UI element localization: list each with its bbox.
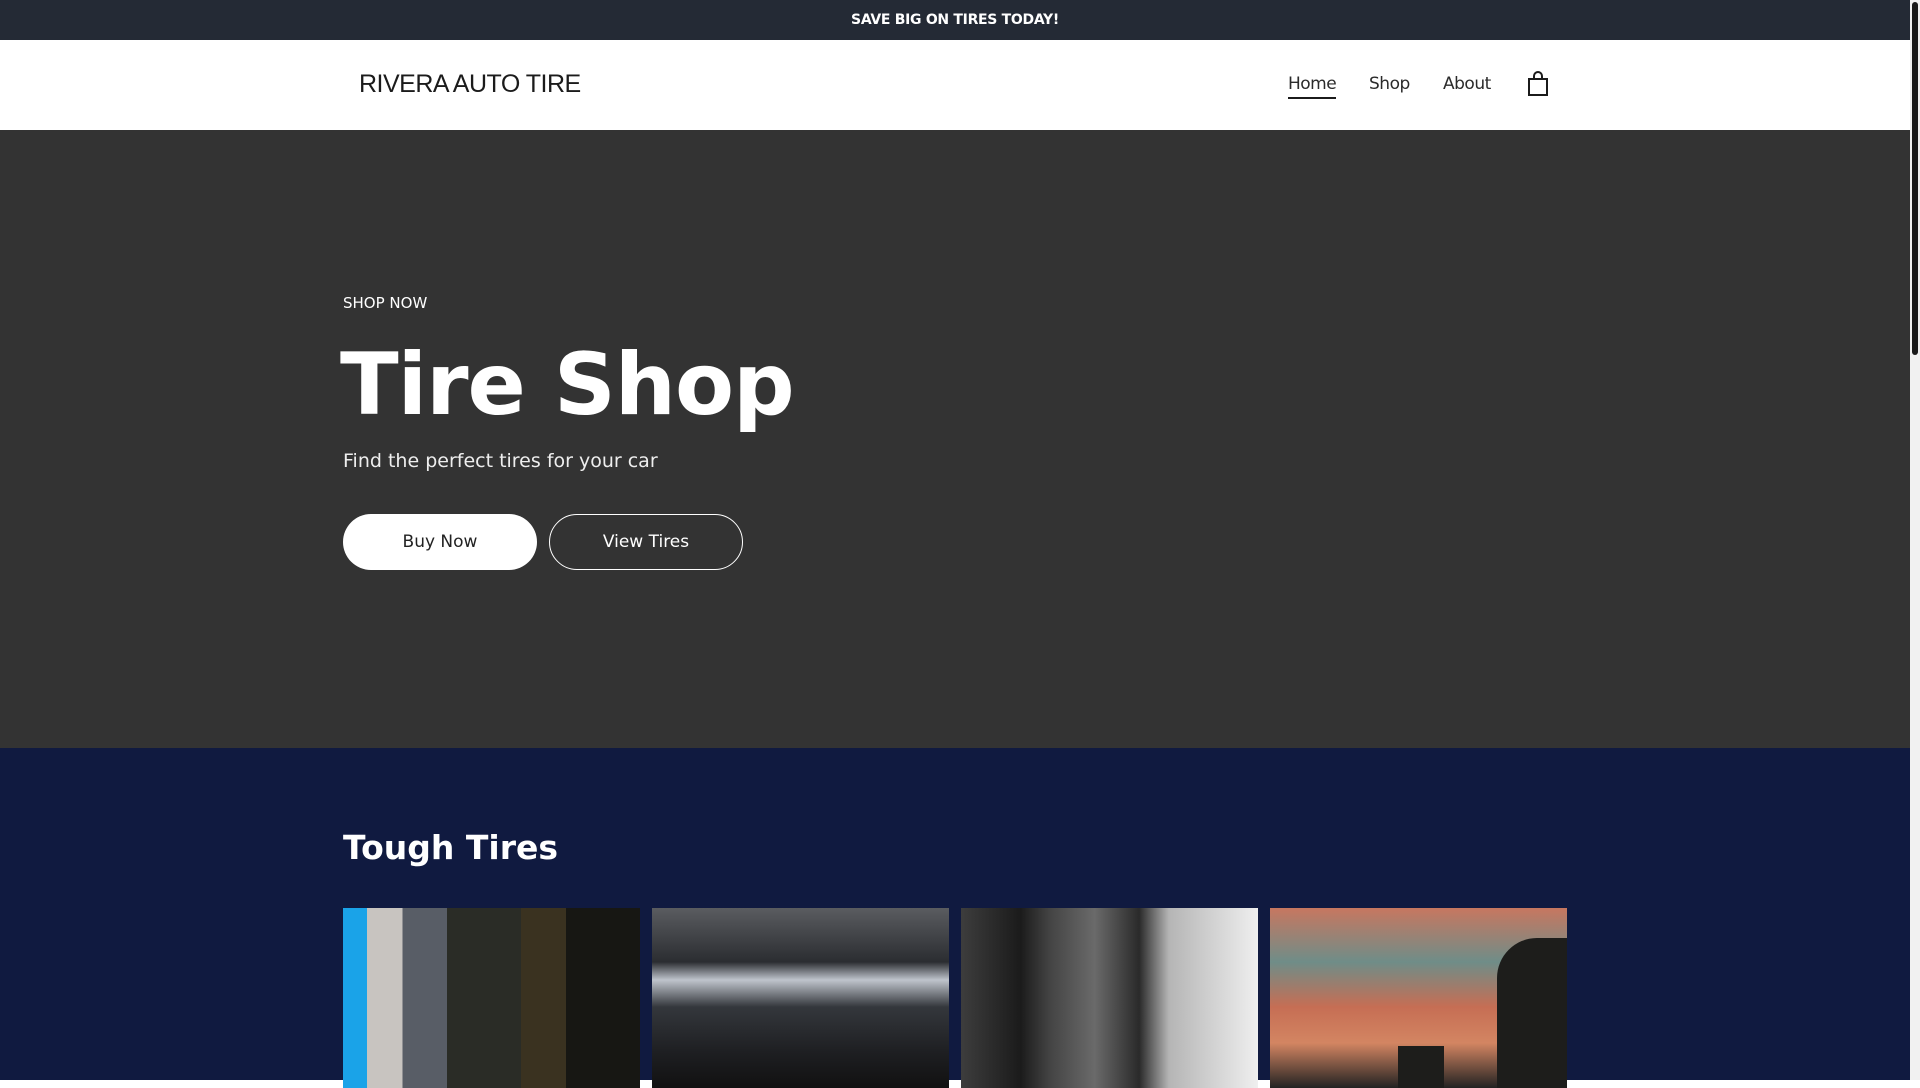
product-image-tire-closeup[interactable] — [343, 908, 640, 1088]
view-tires-button[interactable]: View Tires — [549, 514, 743, 570]
building-silhouette — [1398, 1046, 1444, 1088]
nav-home[interactable]: Home — [1288, 74, 1337, 99]
product-image-car-building[interactable] — [652, 908, 949, 1088]
tough-tires-section: Tough Tires — [0, 748, 1910, 1088]
logo[interactable]: RIVERA AUTO TIRE — [359, 70, 581, 99]
nav-about[interactable]: About — [1443, 74, 1491, 94]
shopping-bag-icon[interactable] — [1527, 71, 1549, 97]
section-title: Tough Tires — [343, 828, 559, 867]
announcement-bar: SAVE BIG ON TIRES TODAY! — [0, 0, 1910, 40]
hero-title: Tire Shop — [340, 335, 795, 435]
scrollbar-thumb[interactable] — [1912, 2, 1918, 355]
hero-subtitle: Find the perfect tires for your car — [343, 450, 658, 472]
hero-eyebrow: SHOP NOW — [343, 294, 428, 312]
announcement-text: SAVE BIG ON TIRES TODAY! — [851, 12, 1059, 28]
product-image-offroad-tire[interactable] — [961, 908, 1258, 1088]
buy-now-button[interactable]: Buy Now — [343, 514, 537, 570]
site-header: RIVERA AUTO TIRE Home Shop About — [0, 40, 1910, 130]
hero-section: SHOP NOW Tire Shop Find the perfect tire… — [0, 130, 1910, 748]
nav-shop[interactable]: Shop — [1369, 74, 1410, 94]
product-image-sunset[interactable] — [1270, 908, 1567, 1088]
tree-silhouette — [1497, 938, 1567, 1088]
